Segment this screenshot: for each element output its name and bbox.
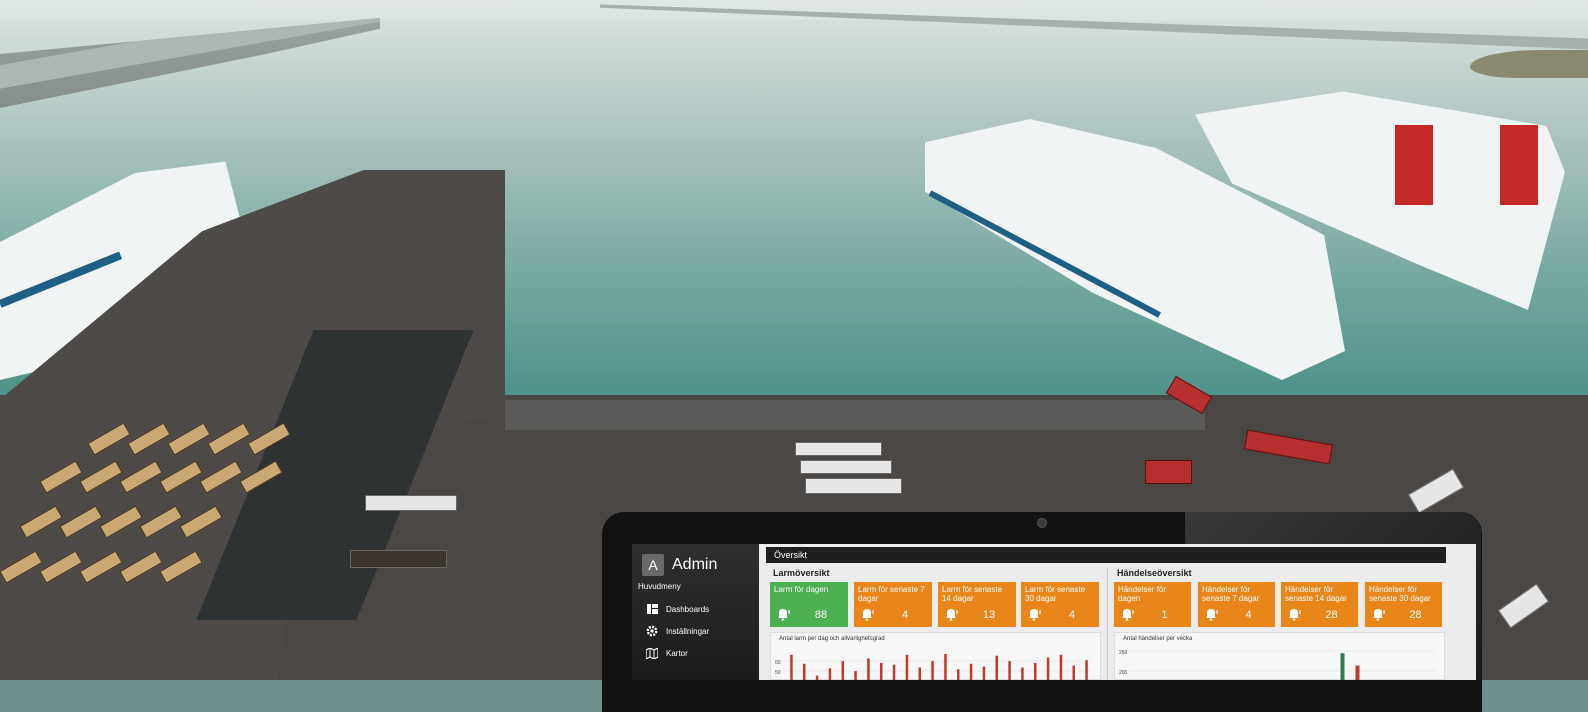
bell-icon xyxy=(946,609,958,621)
user-name: Admin xyxy=(672,556,718,573)
chart-bar xyxy=(828,668,832,680)
chart-bar xyxy=(931,661,934,680)
chart-bar xyxy=(1008,661,1011,680)
card-label: Larm för senaste 7 dagar xyxy=(858,585,925,603)
chart-bar xyxy=(803,663,806,680)
card-label: Händelser för senaste 30 dagar xyxy=(1369,585,1431,603)
chart-bar xyxy=(880,662,883,680)
alarm-card-7-days[interactable]: Larm för senaste 7 dagar 4 xyxy=(854,582,932,627)
event-card-7-days[interactable]: Händelser för senaste 7 dagar 4 xyxy=(1198,582,1275,627)
gear-icon xyxy=(646,625,658,637)
event-chart-panel: Antal händelser per vecka 250 200 xyxy=(1114,632,1445,680)
trailer-white xyxy=(795,442,882,456)
bell-icon xyxy=(1029,609,1041,621)
webcam xyxy=(1037,518,1047,528)
sidebar-item-dashboards[interactable]: Dashboards xyxy=(646,601,709,617)
card-value: 4 xyxy=(901,609,909,621)
red-tractor xyxy=(1145,460,1192,484)
card-label: Händelser för dagen xyxy=(1118,585,1167,603)
event-card-30-days[interactable]: Händelser för senaste 30 dagar 28 xyxy=(1365,582,1442,627)
sidebar-item-label: Inställningar xyxy=(666,626,710,636)
trailer-white xyxy=(800,460,892,474)
chart-bar xyxy=(969,663,973,680)
event-card-14-days[interactable]: Händelser för senaste 14 dagar 28 xyxy=(1281,582,1358,627)
bell-icon xyxy=(1373,609,1385,621)
sidebar: A Admin Huvudmeny Dashboards Inställning… xyxy=(632,544,759,680)
chart-bar xyxy=(944,653,947,680)
event-card-today[interactable]: Händelser för dagen 1 xyxy=(1114,582,1191,627)
event-overview-title: Händelseöversikt xyxy=(1117,568,1192,578)
card-value: 13 xyxy=(982,609,996,621)
alarm-card-14-days[interactable]: Larm för senaste 14 dagar 13 xyxy=(938,582,1016,627)
chart-bar xyxy=(892,664,896,680)
dashboard-icon xyxy=(646,603,658,615)
bell-icon xyxy=(862,609,874,621)
chart-bar xyxy=(790,654,793,680)
chart-bar xyxy=(1085,660,1088,680)
chart-bar xyxy=(1021,667,1024,680)
alarm-card-today[interactable]: Larm för dagen 88 xyxy=(770,582,848,627)
card-value: 28 xyxy=(1325,609,1338,621)
map-icon xyxy=(646,647,658,659)
chart-bar xyxy=(867,658,870,680)
card-value: 1 xyxy=(1161,609,1168,621)
sidebar-item-settings[interactable]: Inställningar xyxy=(646,623,709,639)
y-tick-label: 60 xyxy=(775,660,781,666)
menu-title: Huvudmeny xyxy=(638,582,681,591)
chart-bar xyxy=(918,667,921,680)
quay xyxy=(505,400,1205,430)
card-label: Larm för dagen xyxy=(774,585,829,594)
chart-bar xyxy=(1340,653,1345,680)
bell-icon xyxy=(1206,609,1218,621)
chart-bar xyxy=(1034,662,1037,680)
y-tick-label: 250 xyxy=(1119,650,1128,656)
chart-bar xyxy=(957,669,960,680)
bell-icon xyxy=(778,609,790,621)
bell-icon xyxy=(1289,609,1301,621)
y-tick-label: 200 xyxy=(1119,670,1128,676)
trailer-dark xyxy=(350,550,447,568)
chart-bar xyxy=(995,655,998,680)
bell-icon xyxy=(1122,609,1134,621)
sidebar-item-label: Dashboards xyxy=(666,604,710,614)
user-profile[interactable]: A Admin xyxy=(642,554,717,576)
alarm-bar-chart: 60 50 xyxy=(775,653,1091,680)
chart-bar xyxy=(982,666,986,680)
trailer-white xyxy=(805,478,902,494)
card-value: 4 xyxy=(1245,609,1252,621)
section-divider xyxy=(1107,568,1108,680)
alarm-card-30-days[interactable]: Larm för senaste 30 dagar 4 xyxy=(1021,582,1099,627)
page-title-bar: Översikt xyxy=(766,547,1446,563)
y-tick-label: 50 xyxy=(775,670,781,676)
chart-bar xyxy=(1355,665,1360,680)
card-label: Larm för senaste 30 dagar xyxy=(1025,585,1086,603)
alarm-overview-title: Larmöversikt xyxy=(773,568,830,578)
chart-bar xyxy=(905,654,909,680)
card-value: 88 xyxy=(814,609,828,621)
ferry-right-funnel xyxy=(1395,125,1433,205)
trailer-white xyxy=(365,495,457,511)
card-label: Larm för senaste 14 dagar xyxy=(942,585,1003,603)
chart-bar xyxy=(1046,657,1050,680)
card-label: Händelser för senaste 14 dagar xyxy=(1285,585,1347,603)
avatar: A xyxy=(642,554,664,576)
sidebar-item-label: Kartor xyxy=(666,648,688,658)
card-value: 4 xyxy=(1068,609,1076,621)
card-value: 28 xyxy=(1409,609,1422,621)
chart-bar xyxy=(1059,654,1063,680)
dashboard-screen: A Admin Huvudmeny Dashboards Inställning… xyxy=(632,544,1476,680)
card-label: Händelser för senaste 7 dagar xyxy=(1202,585,1260,603)
chart-bar xyxy=(854,671,857,680)
chart-bar xyxy=(815,675,819,680)
sidebar-item-maps[interactable]: Kartor xyxy=(646,645,688,661)
ferry-right-funnel-2 xyxy=(1500,125,1538,205)
chart-bar xyxy=(841,661,844,680)
alarm-chart-panel: Antal larm per dag och allvarlighetsgrad… xyxy=(770,632,1101,680)
chart-bar xyxy=(1072,665,1075,680)
event-bar-chart: 250 200 xyxy=(1119,650,1435,680)
